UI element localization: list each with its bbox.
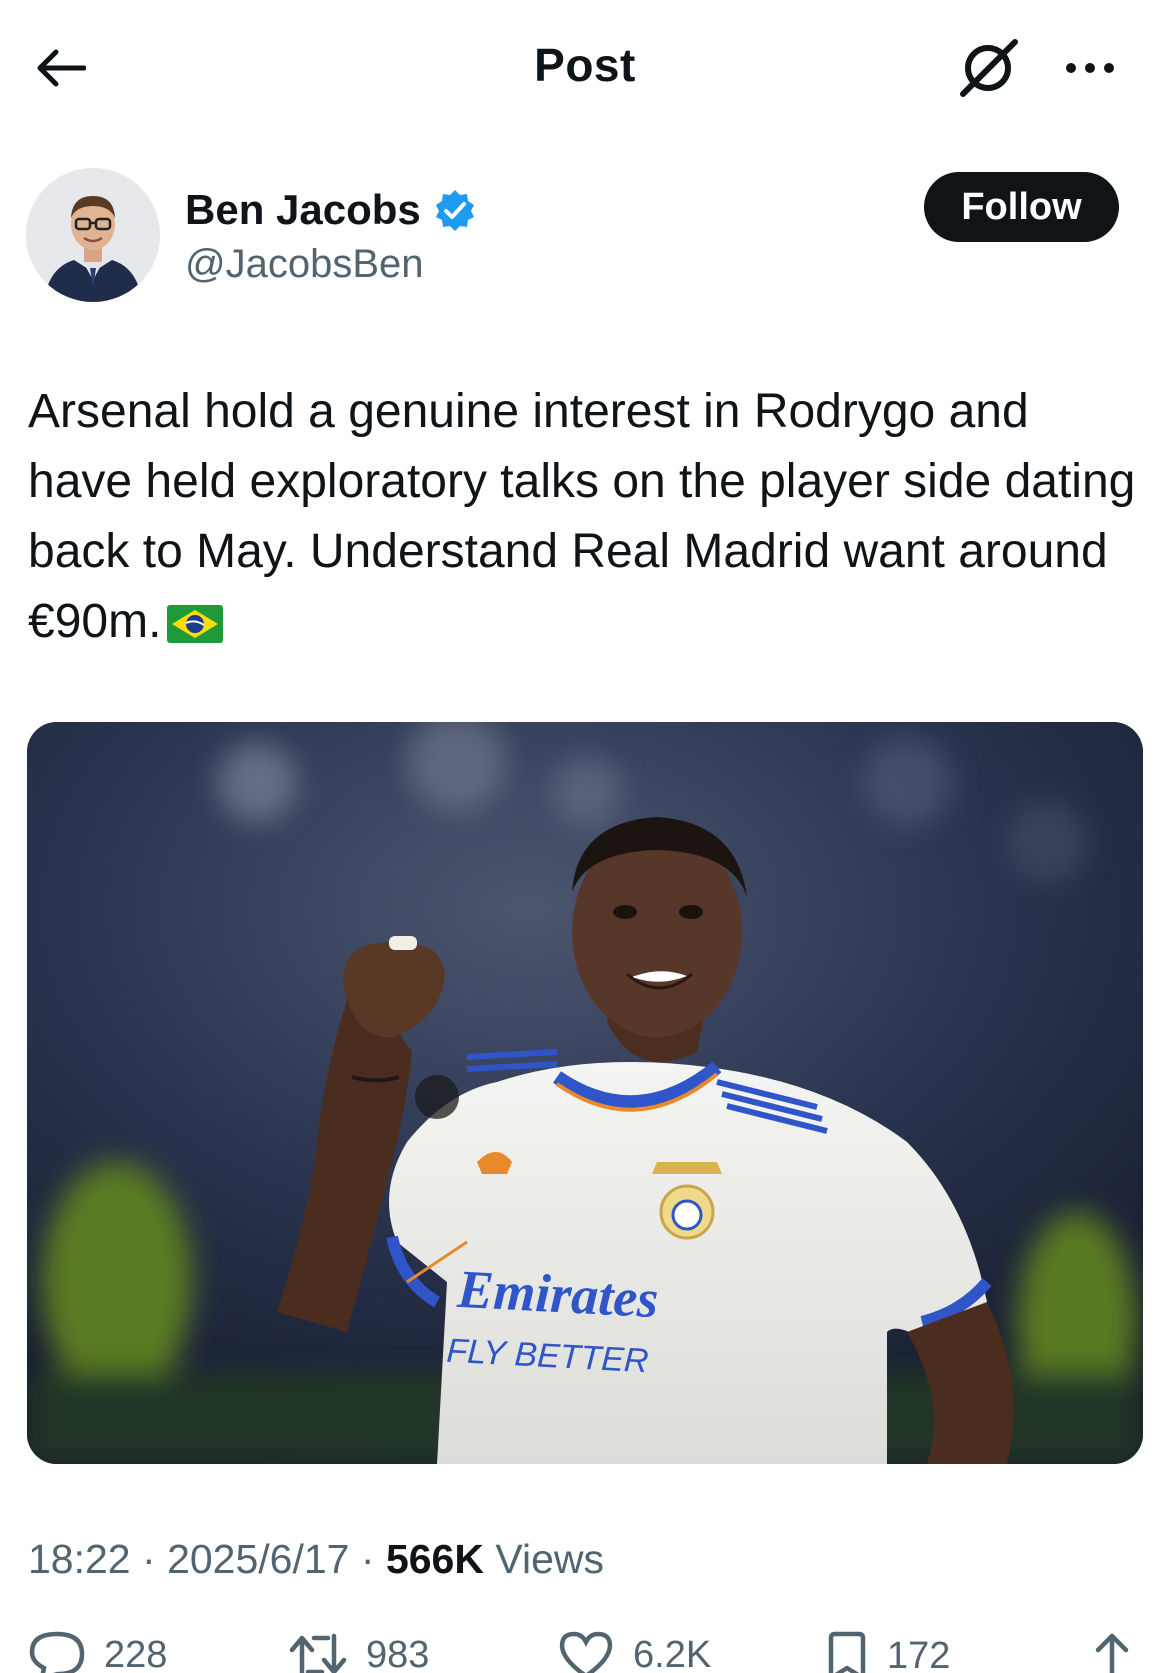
- repost-icon: [289, 1633, 347, 1673]
- post-text: Arsenal hold a genuine interest in Rodry…: [28, 377, 1138, 657]
- action-bar: 228 983 6.2K 172: [0, 1630, 1170, 1673]
- jersey-sponsor: Emirates: [455, 1259, 660, 1329]
- reply-button[interactable]: 228: [28, 1630, 167, 1673]
- views-count: 566K: [385, 1536, 484, 1582]
- bookmark-icon: [828, 1631, 866, 1673]
- more-dot-icon: [1085, 63, 1095, 73]
- follow-button[interactable]: Follow: [924, 172, 1119, 242]
- share-icon: [1095, 1633, 1129, 1673]
- top-bar: Post: [0, 0, 1170, 130]
- bookmark-count: 172: [887, 1634, 951, 1673]
- share-button[interactable]: [1090, 1630, 1134, 1673]
- more-options-button[interactable]: [1055, 40, 1125, 96]
- like-count: 6.2K: [633, 1633, 712, 1673]
- reply-icon: [29, 1631, 85, 1673]
- post-time: 18:22: [28, 1536, 131, 1582]
- grok-icon: [960, 39, 1018, 97]
- post-meta: 18:22 · 2025/6/17 · 566K Views: [28, 1536, 605, 1582]
- author-avatar[interactable]: [26, 168, 160, 302]
- author-handle[interactable]: @JacobsBen: [185, 242, 424, 287]
- repost-button[interactable]: 983: [288, 1630, 429, 1673]
- reply-count: 228: [104, 1633, 168, 1673]
- more-dot-icon: [1104, 63, 1114, 73]
- heart-icon: [559, 1631, 613, 1673]
- brazil-flag-icon: [167, 605, 224, 643]
- post-date: 2025/6/17: [167, 1536, 350, 1582]
- post-media-image[interactable]: Emirates FLY BETTER: [27, 722, 1143, 1464]
- bookmark-button[interactable]: 172: [825, 1630, 950, 1673]
- views-label: Views: [495, 1536, 605, 1582]
- verified-badge-icon: [435, 190, 474, 231]
- grok-button[interactable]: [955, 34, 1025, 102]
- more-dot-icon: [1066, 63, 1076, 73]
- author-name: Ben Jacobs: [185, 186, 421, 233]
- like-button[interactable]: 6.2K: [557, 1630, 711, 1673]
- author-name-row[interactable]: Ben Jacobs: [185, 186, 477, 234]
- repost-count: 983: [366, 1633, 430, 1673]
